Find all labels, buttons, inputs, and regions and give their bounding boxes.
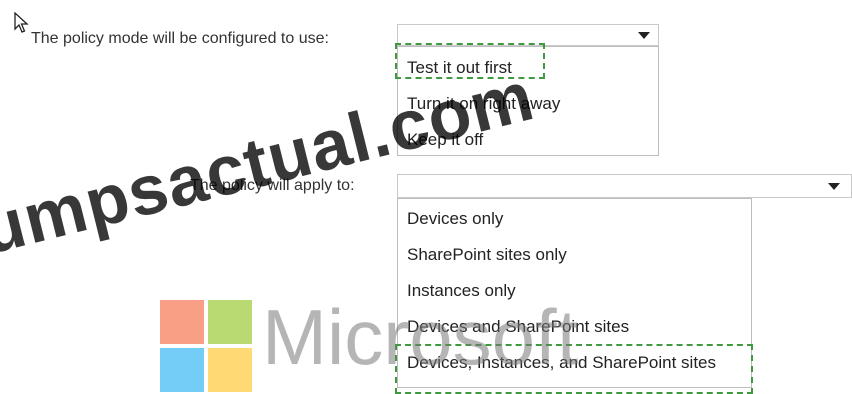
mouse-pointer-icon [14,12,29,33]
option-keep-it-off[interactable]: Keep it off [407,130,483,150]
logo-square-red [160,300,204,344]
option-turn-it-on-right-away[interactable]: Turn it on right away [407,94,560,114]
chevron-down-icon[interactable] [828,183,840,190]
policy-apply-label: The policy will apply to: [190,177,355,194]
selected-answer-highlight [395,43,545,79]
option-sharepoint-sites-only[interactable]: SharePoint sites only [407,245,567,265]
logo-square-green [208,300,252,344]
logo-square-yellow [208,348,252,392]
policy-apply-select[interactable] [397,174,852,198]
policy-mode-label: The policy mode will be configured to us… [31,30,329,47]
microsoft-logo [160,300,252,392]
microsoft-logo-text: Microsoft [262,293,579,381]
logo-square-blue [160,348,204,392]
option-devices-only[interactable]: Devices only [407,209,503,229]
chevron-down-icon[interactable] [638,32,650,39]
